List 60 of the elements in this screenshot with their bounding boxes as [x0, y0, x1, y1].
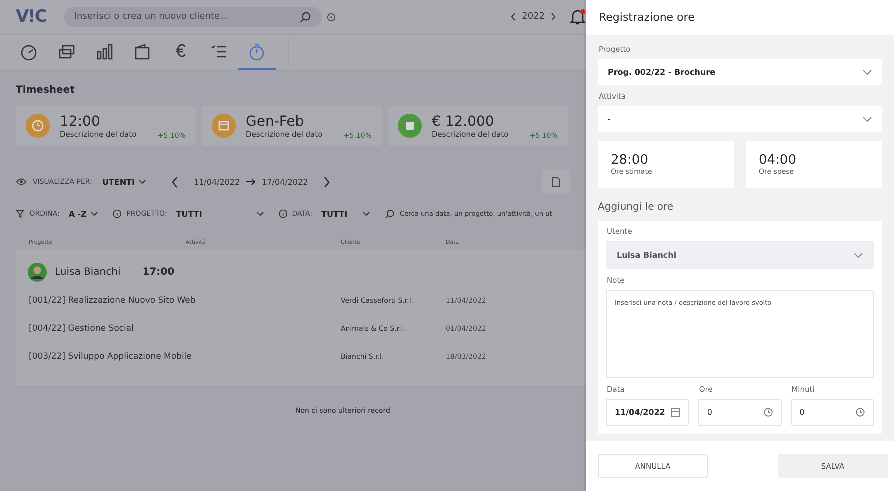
hours-field[interactable]: 0 — [698, 399, 782, 426]
cards-icon — [58, 42, 76, 60]
funnel-icon — [16, 209, 25, 219]
date-to: 17/04/2022 — [262, 178, 308, 186]
activity-select[interactable]: - — [598, 106, 882, 132]
hours-value: 28:00 — [611, 153, 650, 168]
chevron-down-icon — [363, 212, 370, 216]
project-cell: [004/22] Gestione Social — [29, 324, 134, 334]
project-cell: [003/22] Sviluppo Applicazione Mobile — [29, 352, 192, 362]
gauge-icon — [20, 42, 38, 60]
stat-value: 12:00 — [60, 114, 102, 130]
bar-chart-icon — [96, 42, 114, 60]
section-title: Aggiungi le ore — [598, 202, 674, 213]
calendar-icon[interactable] — [671, 408, 680, 417]
eye-icon — [16, 178, 27, 186]
user-name: Luisa Bianchi — [55, 266, 121, 278]
filter-select[interactable]: TUTTI — [176, 210, 264, 218]
stopwatch-icon — [248, 42, 266, 60]
stat-value: Gen-Feb — [246, 114, 306, 130]
clock-icon — [764, 408, 773, 417]
page-title: Timesheet — [16, 85, 75, 96]
date-from: 11/04/2022 — [194, 178, 240, 186]
panel-title: Registrazione ore — [599, 11, 695, 24]
bell-icon[interactable] — [570, 8, 586, 26]
document-icon — [552, 176, 560, 188]
filter-select[interactable]: TUTTI — [322, 210, 370, 218]
wallet-icon — [134, 42, 152, 60]
search-icon — [385, 208, 395, 220]
project-cell: [001/22] Realizzazione Nuovo Sito Web — [29, 296, 196, 306]
search-field[interactable]: Inserisci o crea un nuovo cliente... — [64, 7, 322, 27]
minutes-field[interactable]: 0 — [790, 399, 874, 426]
filter-select[interactable]: A -Z — [68, 210, 98, 218]
hours-value: 04:00 — [759, 153, 798, 168]
chevron-down-icon — [863, 116, 872, 122]
year-prev-icon[interactable] — [511, 13, 516, 21]
chevron-down-icon — [854, 252, 863, 258]
checklist-icon — [210, 42, 228, 60]
nav-tab[interactable]: € — [162, 35, 200, 70]
stat-value: € 12.000 — [432, 114, 496, 130]
chevron-down-icon — [256, 212, 264, 216]
info-icon — [112, 209, 122, 219]
next-week-icon[interactable] — [324, 176, 330, 188]
info-icon — [278, 209, 288, 219]
chevron-down-icon — [90, 212, 98, 216]
project-select[interactable]: Prog. 002/22 - Brochure — [598, 59, 882, 85]
previous-week-icon[interactable] — [172, 176, 178, 188]
year-label: 2022 — [522, 12, 545, 22]
view-select[interactable]: UTENTI — [102, 178, 146, 186]
help-icon[interactable] — [327, 12, 336, 22]
year-next-icon[interactable] — [551, 13, 556, 21]
total-hours: 17:00 — [142, 266, 175, 278]
user-select: Luisa Bianchi — [606, 241, 874, 269]
chevron-down-icon — [138, 180, 146, 184]
export-button[interactable] — [542, 170, 570, 194]
chevron-down-icon — [863, 70, 872, 74]
logo: V!C — [16, 7, 46, 27]
clock-icon — [856, 408, 865, 417]
arrow-right-icon — [246, 178, 256, 186]
date-field[interactable]: 11/04/2022 — [606, 399, 690, 426]
avatar-icon — [28, 262, 47, 282]
